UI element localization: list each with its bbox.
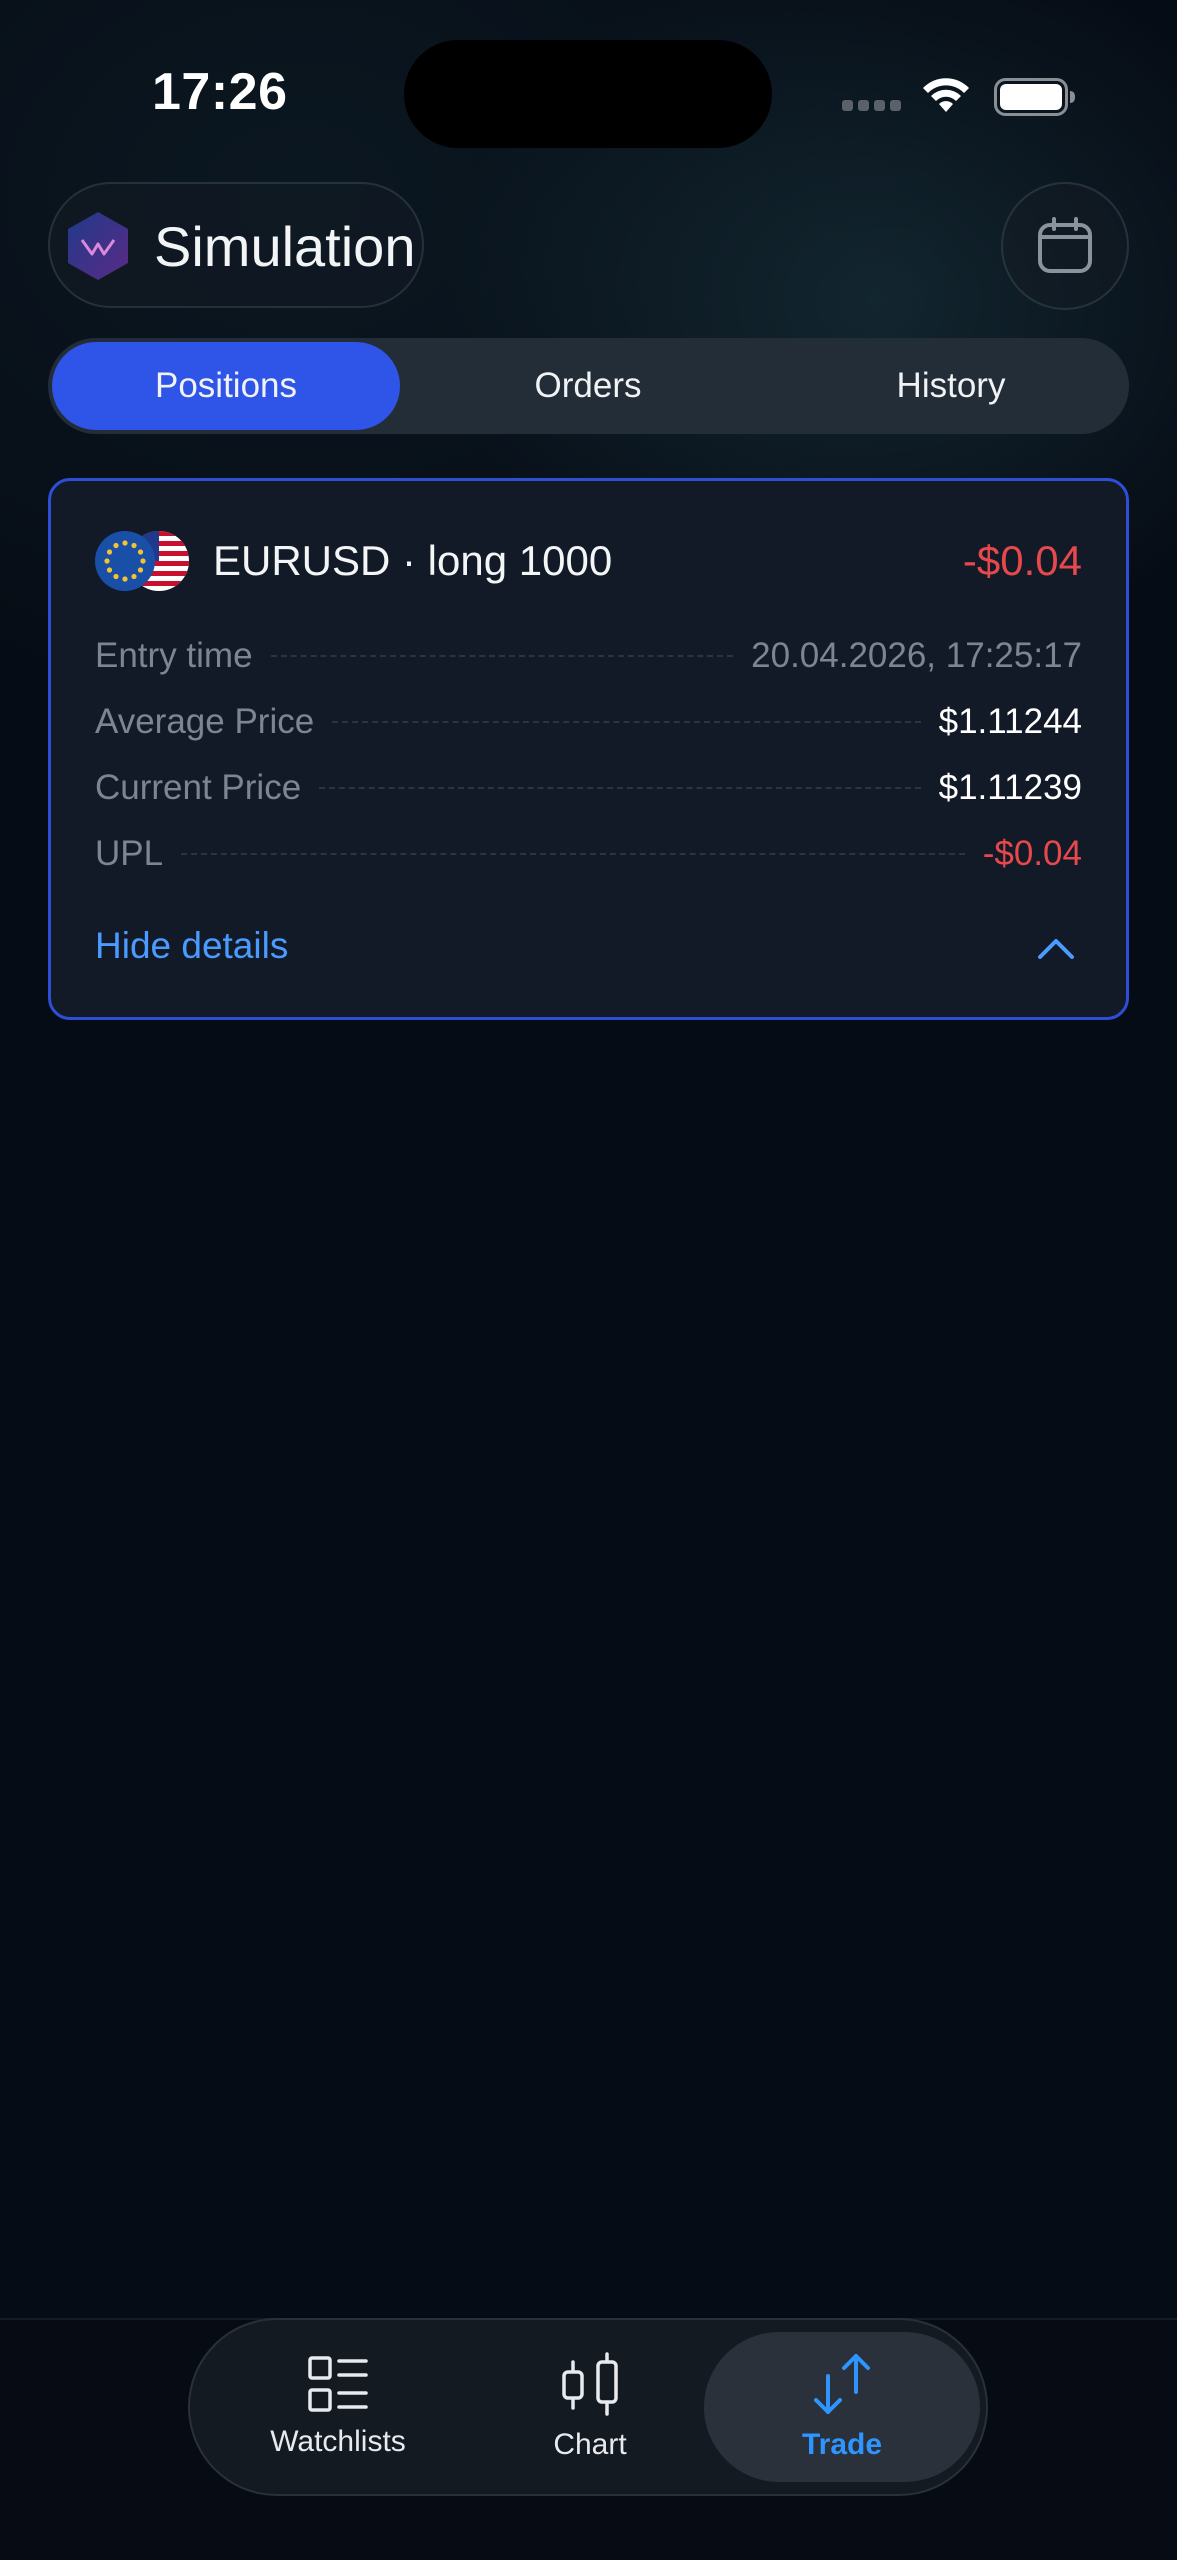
detail-row-entry-time: Entry time 20.04.2026, 17:25:17 — [95, 631, 1082, 681]
nav-label: Trade — [801, 2428, 883, 2461]
segment-tabs: Positions Orders History — [48, 338, 1129, 434]
tab-orders[interactable]: Orders — [418, 342, 758, 430]
calendar-button[interactable] — [1001, 182, 1129, 310]
watchlists-icon — [308, 2356, 368, 2412]
bottom-tab-bar: Watchlists Chart Trade — [188, 2318, 988, 2496]
dotted-leader — [181, 853, 965, 855]
detail-row-upl: UPL -$0.04 — [95, 829, 1082, 879]
trade-arrows-icon — [814, 2354, 870, 2414]
account-mode-pill[interactable]: Simulation — [48, 182, 424, 308]
wifi-icon — [923, 78, 969, 112]
hide-details-link[interactable]: Hide details — [95, 925, 288, 967]
detail-label: Average Price — [95, 702, 315, 741]
detail-row-current-price: Current Price $1.11239 — [95, 763, 1082, 813]
detail-value: $1.11244 — [938, 702, 1082, 741]
dotted-leader — [319, 787, 921, 789]
position-title: EURUSD · long 1000 — [213, 537, 613, 584]
dotted-leader — [270, 655, 734, 657]
detail-row-average-price: Average Price $1.11244 — [95, 697, 1082, 747]
detail-label: UPL — [95, 834, 164, 873]
app-screen: 17:26 Simulation Positions Orders Histor… — [0, 0, 1177, 2560]
detail-label: Entry time — [95, 636, 253, 675]
page-title: Simulation — [154, 215, 416, 278]
nav-watchlists[interactable]: Watchlists — [200, 2332, 476, 2482]
detail-value: 20.04.2026, 17:25:17 — [751, 636, 1082, 675]
nav-label: Watchlists — [270, 2425, 406, 2458]
position-pnl: -$0.04 — [962, 537, 1082, 584]
detail-label: Current Price — [95, 768, 302, 807]
position-card[interactable]: EURUSD · long 1000 -$0.04 Entry time 20.… — [48, 478, 1129, 1020]
nav-chart[interactable]: Chart — [452, 2332, 728, 2482]
nav-trade[interactable]: Trade — [704, 2332, 980, 2482]
cellular-signal-icon — [842, 100, 902, 114]
detail-value: -$0.04 — [982, 834, 1082, 873]
status-time: 17:26 — [152, 63, 288, 121]
dotted-leader — [332, 721, 921, 723]
candlestick-icon — [562, 2352, 618, 2416]
eur-usd-flags-icon — [95, 531, 189, 591]
dynamic-island — [404, 40, 772, 148]
nav-label: Chart — [553, 2428, 627, 2461]
calendar-icon — [1038, 217, 1092, 273]
tab-history[interactable]: History — [778, 342, 1124, 430]
chevron-up-icon[interactable] — [1036, 933, 1076, 961]
battery-icon — [994, 78, 1075, 116]
tab-positions[interactable]: Positions — [52, 342, 400, 430]
detail-value: $1.11239 — [938, 768, 1082, 807]
app-logo-icon — [68, 212, 128, 280]
